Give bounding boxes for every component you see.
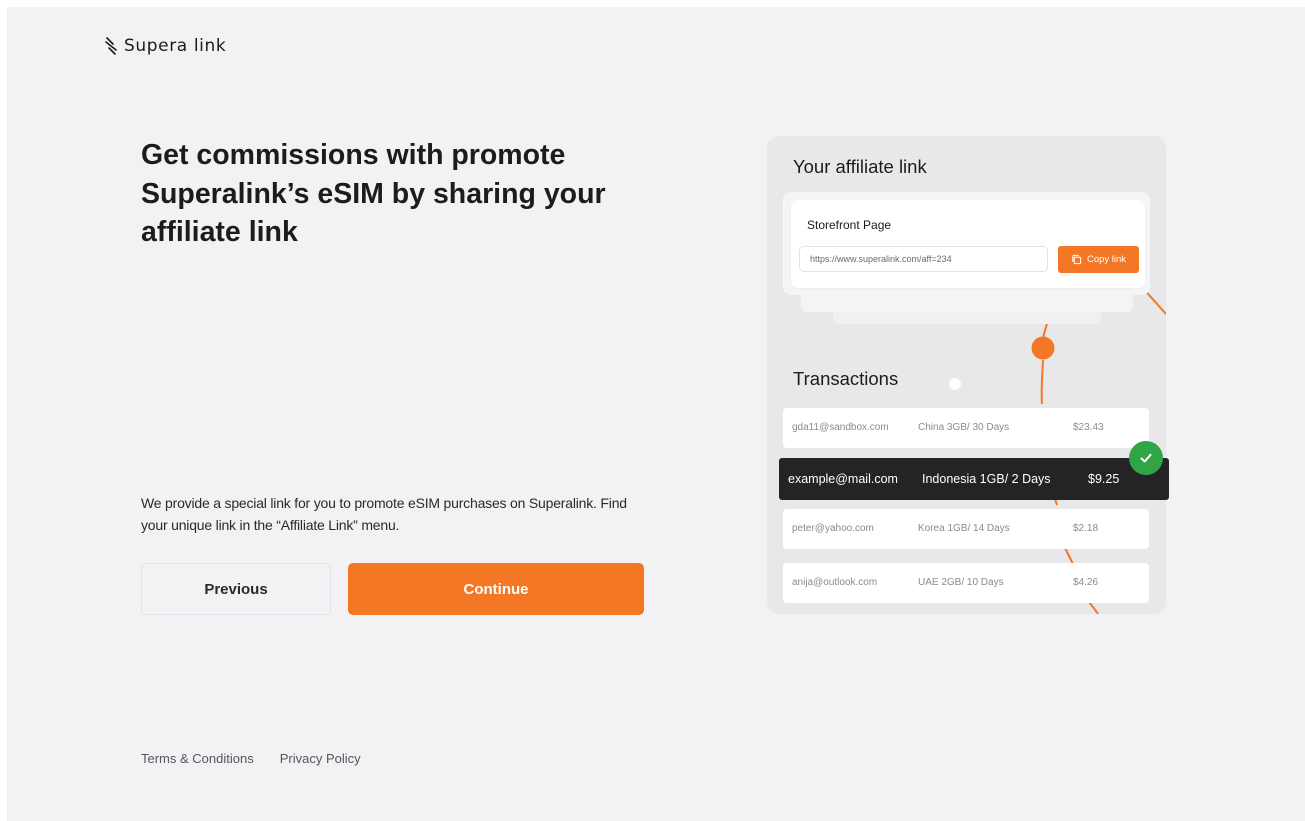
brand-name: Supera link <box>124 36 227 56</box>
transaction-email: gda11@sandbox.com <box>792 422 889 433</box>
transaction-plan: Indonesia 1GB/ 2 Days <box>922 472 1051 486</box>
affiliate-link-panel: Storefront Page Copy link <box>791 200 1145 288</box>
page-headline: Get commissions with promote Superalink’… <box>141 139 606 248</box>
transaction-amount: $4.26 <box>1073 577 1099 588</box>
check-circle-icon <box>1129 441 1163 475</box>
transaction-amount: $2.18 <box>1073 523 1099 534</box>
transactions-title: Transactions <box>793 368 899 389</box>
highlighted-transaction-row: example@mail.com Indonesia 1GB/ 2 Days $… <box>779 458 1169 500</box>
transaction-amount: $9.25 <box>1088 472 1120 486</box>
transaction-plan: UAE 2GB/ 10 Days <box>918 577 1004 588</box>
transaction-plan: Korea 1GB/ 14 Days <box>918 523 1010 534</box>
copy-link-label: Copy link <box>1086 254 1127 265</box>
transaction-email: anija@outlook.com <box>792 577 878 588</box>
copy-icon <box>1072 254 1082 265</box>
transaction-email: peter@yahoo.com <box>792 523 874 534</box>
check-icon <box>1140 453 1152 463</box>
transaction-amount: $23.43 <box>1073 422 1104 433</box>
previous-button[interactable]: Previous <box>141 563 331 615</box>
affiliate-illustration: Your affiliate link Storefront Page Copy… <box>767 136 1166 614</box>
transaction-row: gda11@sandbox.com China 3GB/ 30 Days $23… <box>783 408 1149 448</box>
affiliate-url-field[interactable] <box>799 246 1048 272</box>
transaction-row: peter@yahoo.com Korea 1GB/ 14 Days $2.18 <box>783 509 1149 549</box>
transaction-plan: China 3GB/ 30 Days <box>918 422 1010 433</box>
terms-link[interactable]: Terms & Conditions <box>141 751 254 766</box>
superalink-logo-icon <box>105 37 117 55</box>
page-description: We provide a special link for you to pro… <box>141 495 627 533</box>
affiliate-link-title: Your affiliate link <box>793 156 927 177</box>
copy-link-button[interactable]: Copy link <box>1058 246 1139 273</box>
privacy-link[interactable]: Privacy Policy <box>280 751 361 766</box>
continue-button[interactable]: Continue <box>348 563 644 615</box>
brand-logo[interactable]: Supera link <box>104 36 226 56</box>
footer-links: Terms & Conditions Privacy Policy <box>141 751 361 766</box>
transaction-row: anija@outlook.com UAE 2GB/ 10 Days $4.26 <box>783 563 1149 603</box>
storefront-label: Storefront Page <box>807 218 892 232</box>
transaction-email: example@mail.com <box>788 472 898 486</box>
